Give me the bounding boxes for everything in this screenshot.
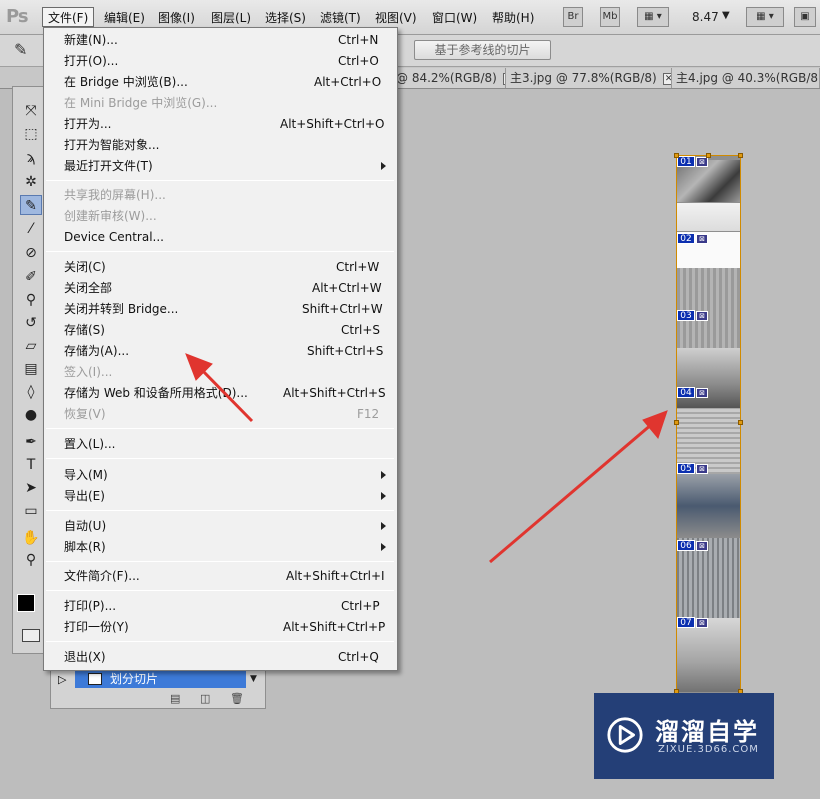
arrow-annotation xyxy=(185,353,254,423)
annotation-arrows xyxy=(185,353,668,564)
play-logo-icon xyxy=(607,717,643,753)
watermark-subtitle: ZIXUE.3D66.COM xyxy=(658,744,759,755)
arrow-annotation xyxy=(489,410,668,564)
watermark-title: 溜溜自学 xyxy=(655,718,759,746)
